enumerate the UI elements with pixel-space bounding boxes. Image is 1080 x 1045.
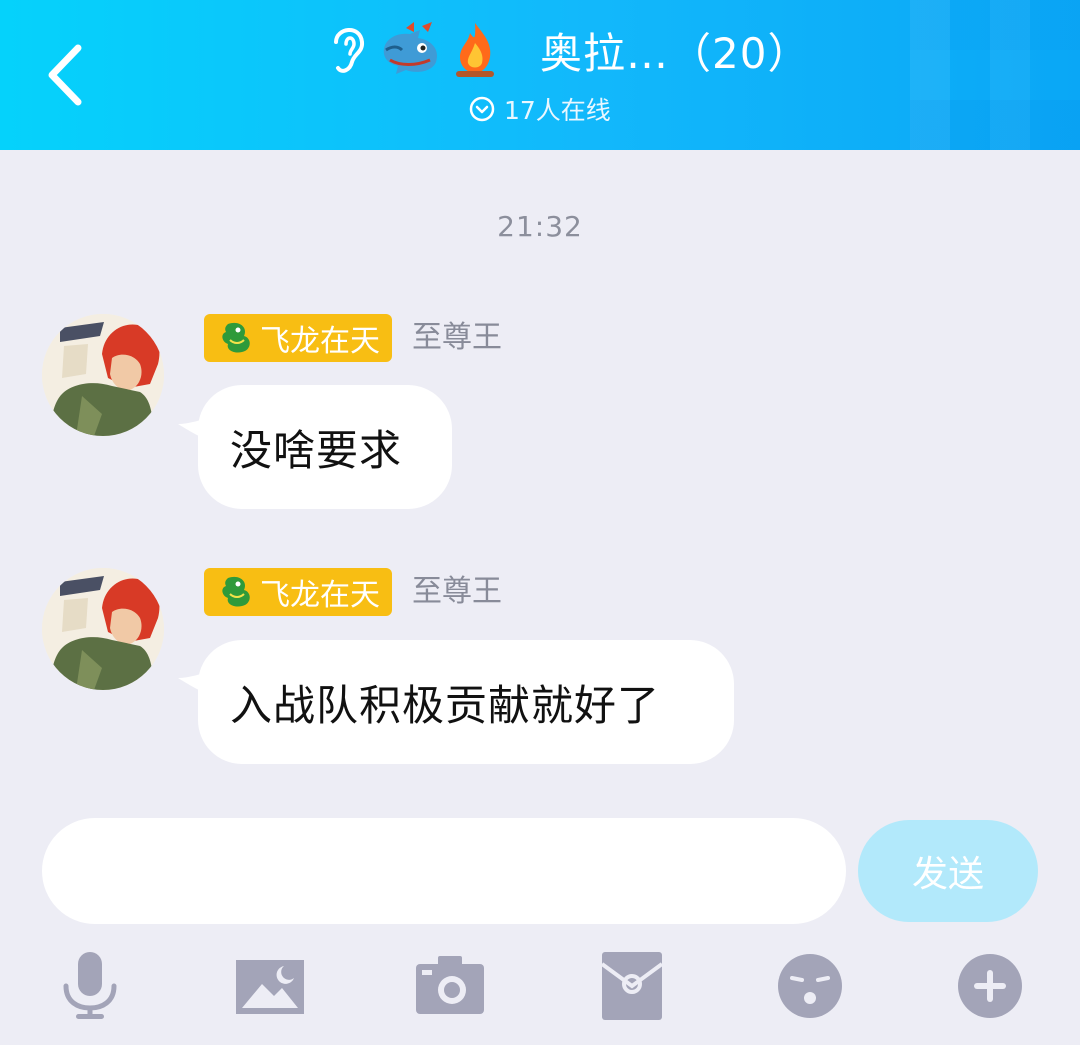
dragon-badge-icon (222, 576, 250, 607)
dragon-icon (376, 20, 446, 80)
chat-header: 奥拉…（20） 17人在线 (0, 0, 1080, 150)
member-rank: 至尊王 (412, 320, 502, 355)
image-icon[interactable] (234, 950, 306, 1022)
member-rank: 至尊王 (412, 574, 502, 609)
member-title-text: 飞龙在天 (260, 578, 380, 613)
fire-icon (450, 19, 500, 81)
red-packet-icon[interactable] (596, 950, 668, 1022)
send-button-label: 发送 (911, 854, 984, 895)
ear-icon (326, 20, 370, 80)
online-chevron-icon (469, 96, 495, 122)
send-button[interactable]: 发送 (858, 820, 1038, 922)
message-bubble[interactable]: 入战队积极贡献就好了 (198, 640, 734, 764)
emoji-icon[interactable] (774, 950, 846, 1022)
plus-icon[interactable] (954, 950, 1026, 1022)
member-title-text: 飞龙在天 (260, 324, 380, 359)
microphone-icon[interactable] (54, 950, 126, 1022)
avatar[interactable] (42, 568, 164, 690)
back-button[interactable] (40, 38, 100, 112)
message-text: 入战队积极贡献就好了 (230, 680, 661, 730)
header-decoration (910, 0, 1080, 150)
message-input[interactable] (42, 818, 846, 924)
online-count: 17人在线 (504, 96, 611, 125)
message-bubble[interactable]: 没啥要求 (198, 385, 452, 509)
message-timestamp: 21:32 (497, 210, 583, 243)
group-title: 奥拉…（20） (540, 28, 811, 78)
camera-icon[interactable] (414, 950, 486, 1022)
member-title-badge: 飞龙在天 (204, 568, 392, 616)
header-title-row[interactable]: 奥拉…（20） (320, 14, 840, 86)
back-icon (48, 44, 82, 106)
online-status[interactable]: 17人在线 (468, 92, 611, 126)
message-text: 没啥要求 (230, 425, 403, 475)
member-title-badge: 飞龙在天 (204, 314, 392, 362)
dragon-badge-icon (222, 322, 250, 353)
avatar[interactable] (42, 314, 164, 436)
